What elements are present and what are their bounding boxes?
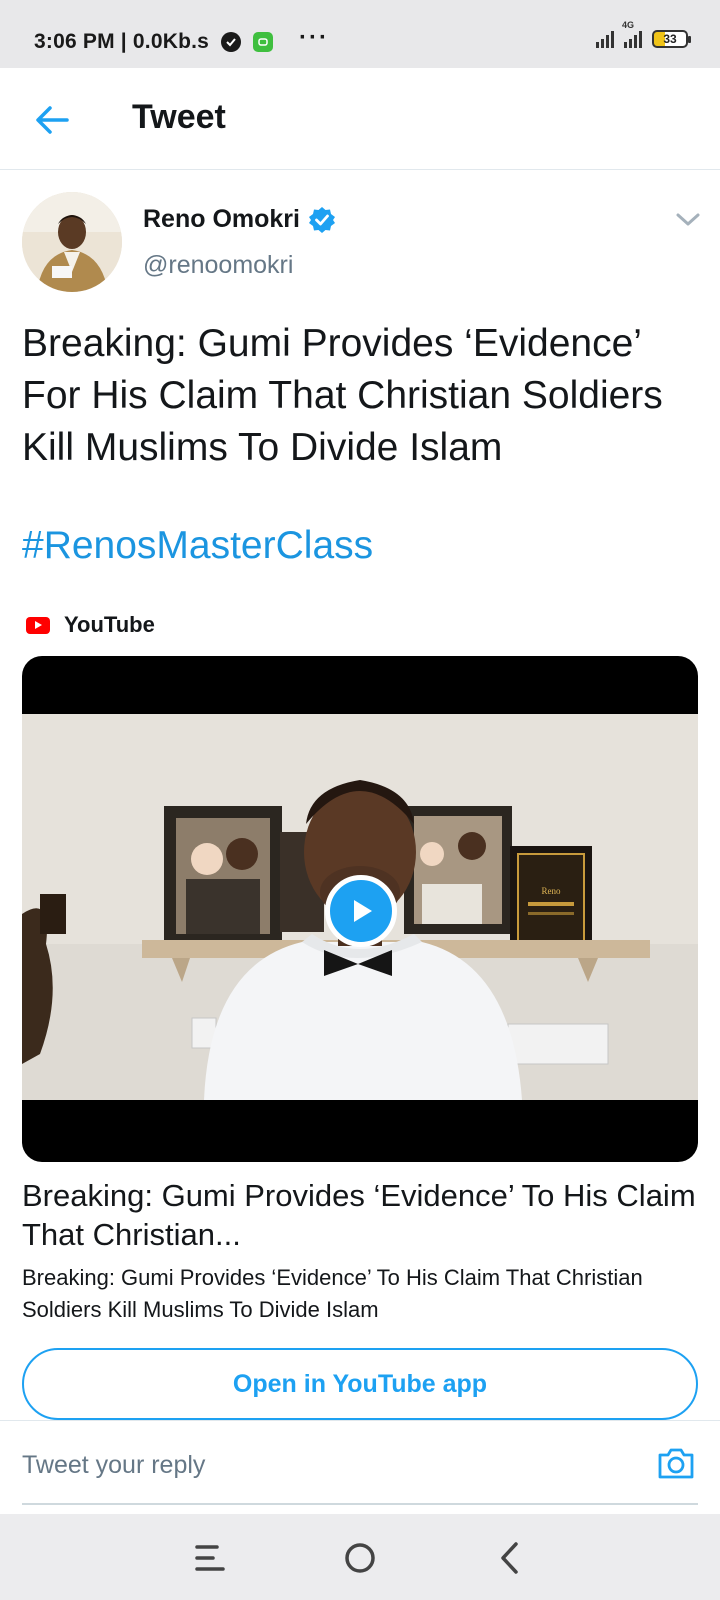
verified-badge-icon [308,206,336,234]
plaque-label: Reno [542,886,561,896]
tweet-text: Breaking: Gumi Provides ‘Evidence’ For H… [22,322,663,469]
back-arrow-icon[interactable] [30,98,74,142]
author-name-text[interactable]: Reno Omokri [143,205,300,234]
home-circle-icon[interactable] [338,1536,382,1580]
reply-bar: Tweet your reply [0,1420,720,1514]
avatar[interactable] [22,192,122,292]
author-name[interactable]: Reno Omokri [143,205,336,234]
hashtag-link[interactable]: #RenosMasterClass [22,524,373,568]
play-button[interactable] [325,875,397,947]
back-chevron-icon[interactable] [488,1536,532,1580]
reply-input[interactable]: Tweet your reply [22,1451,205,1480]
camera-icon[interactable] [656,1443,696,1483]
signal-icon [596,30,614,48]
source-label: YouTube [64,612,155,637]
card-source: YouTube [26,612,155,638]
author-handle[interactable]: @renoomokri [143,251,293,280]
status-left: 3:06 PM | 0.0Kb.s ··· [34,24,329,56]
play-icon [354,900,372,922]
battery-icon: 33 [652,30,691,48]
menu-icon[interactable] [188,1536,232,1580]
network-type: 4G [622,20,635,30]
more-notifications-icon: ··· [299,24,329,51]
system-nav-bar [0,1514,720,1600]
status-bar: 3:06 PM | 0.0Kb.s ··· 4G 33 [0,0,720,68]
page-title: Tweet [132,98,226,136]
chevron-down-icon[interactable] [674,208,702,232]
open-in-youtube-button[interactable]: Open in YouTube app [22,1348,698,1420]
reply-underline [22,1503,698,1505]
youtube-logo-icon [26,616,50,634]
app-notification-icon [253,32,274,52]
card-description: Breaking: Gumi Provides ‘Evidence’ To Hi… [22,1265,643,1322]
battery-level: 33 [663,32,677,46]
app-header: Tweet [0,68,720,170]
check-icon [221,32,242,52]
status-time: 3:06 PM | 0.0Kb.s [34,30,210,53]
video-player[interactable]: Reno [22,656,698,1162]
signal-4g-icon: 4G [622,20,642,48]
status-right: 4G 33 [596,20,691,48]
card-title[interactable]: Breaking: Gumi Provides ‘Evidence’ To Hi… [22,1176,702,1254]
